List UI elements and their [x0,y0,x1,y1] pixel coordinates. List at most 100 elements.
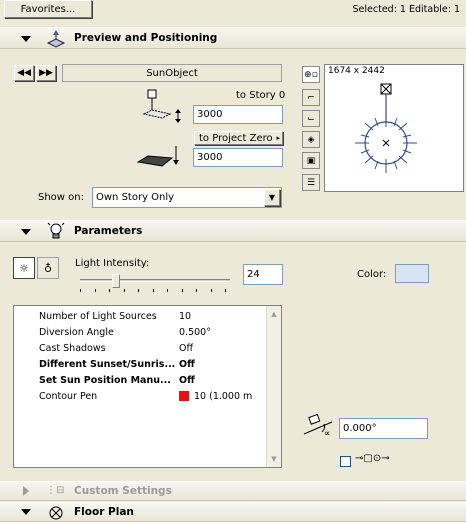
parameter-name: Set Sun Position Manu... [39,374,171,386]
preview-canvas: 1674 x 2442 [324,64,464,192]
scroll-up-arrow[interactable]: ▲ [267,307,281,321]
parameter-name: Diversion Angle [39,326,114,338]
film-icon: ▣ [306,155,316,166]
parameter-name: Cast Shadows [39,342,106,354]
parameter-name: Number of Light Sources [39,310,157,322]
show-on-select[interactable]: Own Story Only ▼ [92,187,282,208]
view-3d-button[interactable]: ◈ [302,131,320,148]
view-list-button[interactable]: ☰ [302,174,320,191]
parameter-value: Off [179,343,193,354]
next-button[interactable]: ▶▶ [36,65,56,81]
view-elevation-button[interactable]: ⌙ [302,110,320,127]
preview-section-title: Preview and Positioning [74,32,218,44]
parameter-row[interactable]: Different Sunset/Sunris... Off [39,356,195,372]
to-project-zero-dropdown[interactable]: to Project Zero ▸ [194,131,283,145]
parameter-name: Contour Pen [39,390,98,402]
parameter-value: 0.500° [179,327,211,338]
slider-tick [138,289,139,292]
elevation-view-icon: ⌙ [307,113,315,124]
parameter-value: Off [179,375,195,386]
floor-plan-title: Floor Plan [74,506,134,518]
sun-bulb-icon: ☼ [19,261,29,275]
story-elevation-input[interactable]: 3000 [193,105,283,124]
rotation-angle-input[interactable]: 0.000° [339,418,428,439]
svg-text:∝: ∝ [324,429,330,438]
rewind-icon: ◀◀ [17,68,31,78]
list-icon: ☰ [306,177,316,188]
bulb-icon: ♁ [43,261,53,275]
mirror-checkbox[interactable] [340,456,351,467]
slider-ticks [80,289,230,292]
slider-tick [152,289,154,292]
slider-tick [123,289,125,292]
parameter-row[interactable]: Diversion Angle 0.500° [39,324,211,340]
light-type-bulb-button[interactable]: ♁ [37,257,59,279]
parameter-row[interactable]: Contour Pen 10 (1.000 m [39,388,252,404]
rotation-angle-icon: ∝ [303,413,333,438]
parameters-section-header[interactable]: Parameters [0,220,466,242]
scroll-down-arrow[interactable]: ▼ [267,452,281,466]
pen-color-swatch [179,391,189,401]
lightbulb-icon [47,222,65,239]
show-on-label: Show on: [38,192,84,203]
expand-triangle-icon[interactable] [23,486,29,496]
forward-icon: ▶▶ [39,68,53,78]
previous-button[interactable]: ◀◀ [14,65,34,81]
preview-positioning-icon [46,30,66,48]
mirror-toggle[interactable]: ⊸▢⊙⊸ [355,453,390,464]
mirror-icon: ⊸▢⊙⊸ [355,453,390,464]
sun-object-preview [355,83,417,173]
parameter-name: Different Sunset/Sunris... [39,358,176,370]
parameter-value: Off [179,359,195,370]
slider-track [80,279,230,282]
slider-tick [109,289,110,292]
floor-plan-section-header[interactable]: Floor Plan [0,502,466,522]
parameter-row[interactable]: Set Sun Position Manu... Off [39,372,195,388]
parameter-list[interactable]: Number of Light Sources 10 Diversion Angle… [13,305,282,468]
parameter-value-text: Off [179,342,194,354]
project-zero-icon [136,146,179,167]
floor-plan-icon [49,506,63,520]
color-label: Color: [357,269,387,280]
light-intensity-input[interactable]: 24 [243,264,283,285]
selection-status: Selected: 1 Editable: 1 [352,4,460,15]
view-section-button[interactable]: ⌐ [302,89,320,106]
light-type-sun-button[interactable]: ☼ [13,257,35,279]
project-zero-elevation-input[interactable]: 3000 [193,148,283,167]
collapse-triangle-icon[interactable] [21,509,31,515]
collapse-triangle-icon[interactable] [21,229,31,235]
custom-settings-title: Custom Settings [74,485,172,497]
show-on-value: Own Story Only [96,192,175,203]
object-name-field: SunObject [62,64,282,82]
view-plan-button[interactable]: ⊕▫ [302,66,320,83]
slider-thumb[interactable] [112,274,120,288]
slider-tick [225,289,226,292]
dropdown-arrow-icon: ▸ [276,134,280,142]
story-elevation-icon [142,89,181,123]
slider-tick [181,289,183,292]
color-swatch[interactable] [395,264,429,283]
parameter-list-scrollbar[interactable]: ▲ ▼ [266,306,281,467]
light-intensity-slider[interactable] [80,274,230,292]
parameter-row[interactable]: Cast Shadows Off [39,340,193,356]
parameter-row[interactable]: Number of Light Sources 10 [39,308,191,324]
parameter-value-text: 10 [179,310,192,322]
slider-tick [210,289,212,292]
custom-settings-section-header[interactable]: ⋮⊟ Custom Settings [0,481,466,501]
cube-icon: ◈ [307,134,315,145]
show-on-dropdown-arrow[interactable]: ▼ [264,189,280,206]
slider-tick [196,289,197,292]
parameter-value-text: 0.500° [179,326,211,338]
favorites-button[interactable]: Favorites... [4,0,92,18]
to-project-zero-label: to Project Zero [199,132,273,144]
parameter-value: 10 (1.000 m [179,391,252,402]
collapse-triangle-icon[interactable] [21,36,31,42]
parameter-value-text: Off [179,374,195,386]
custom-settings-icon: ⋮⊟ [46,485,65,496]
slider-tick [80,289,81,292]
parameter-value: 10 [179,311,191,322]
to-story-label: to Story 0 [236,90,286,101]
section-view-icon: ⌐ [307,92,315,103]
preview-section-header[interactable]: Preview and Positioning [0,27,466,49]
view-film-button[interactable]: ▣ [302,152,320,169]
